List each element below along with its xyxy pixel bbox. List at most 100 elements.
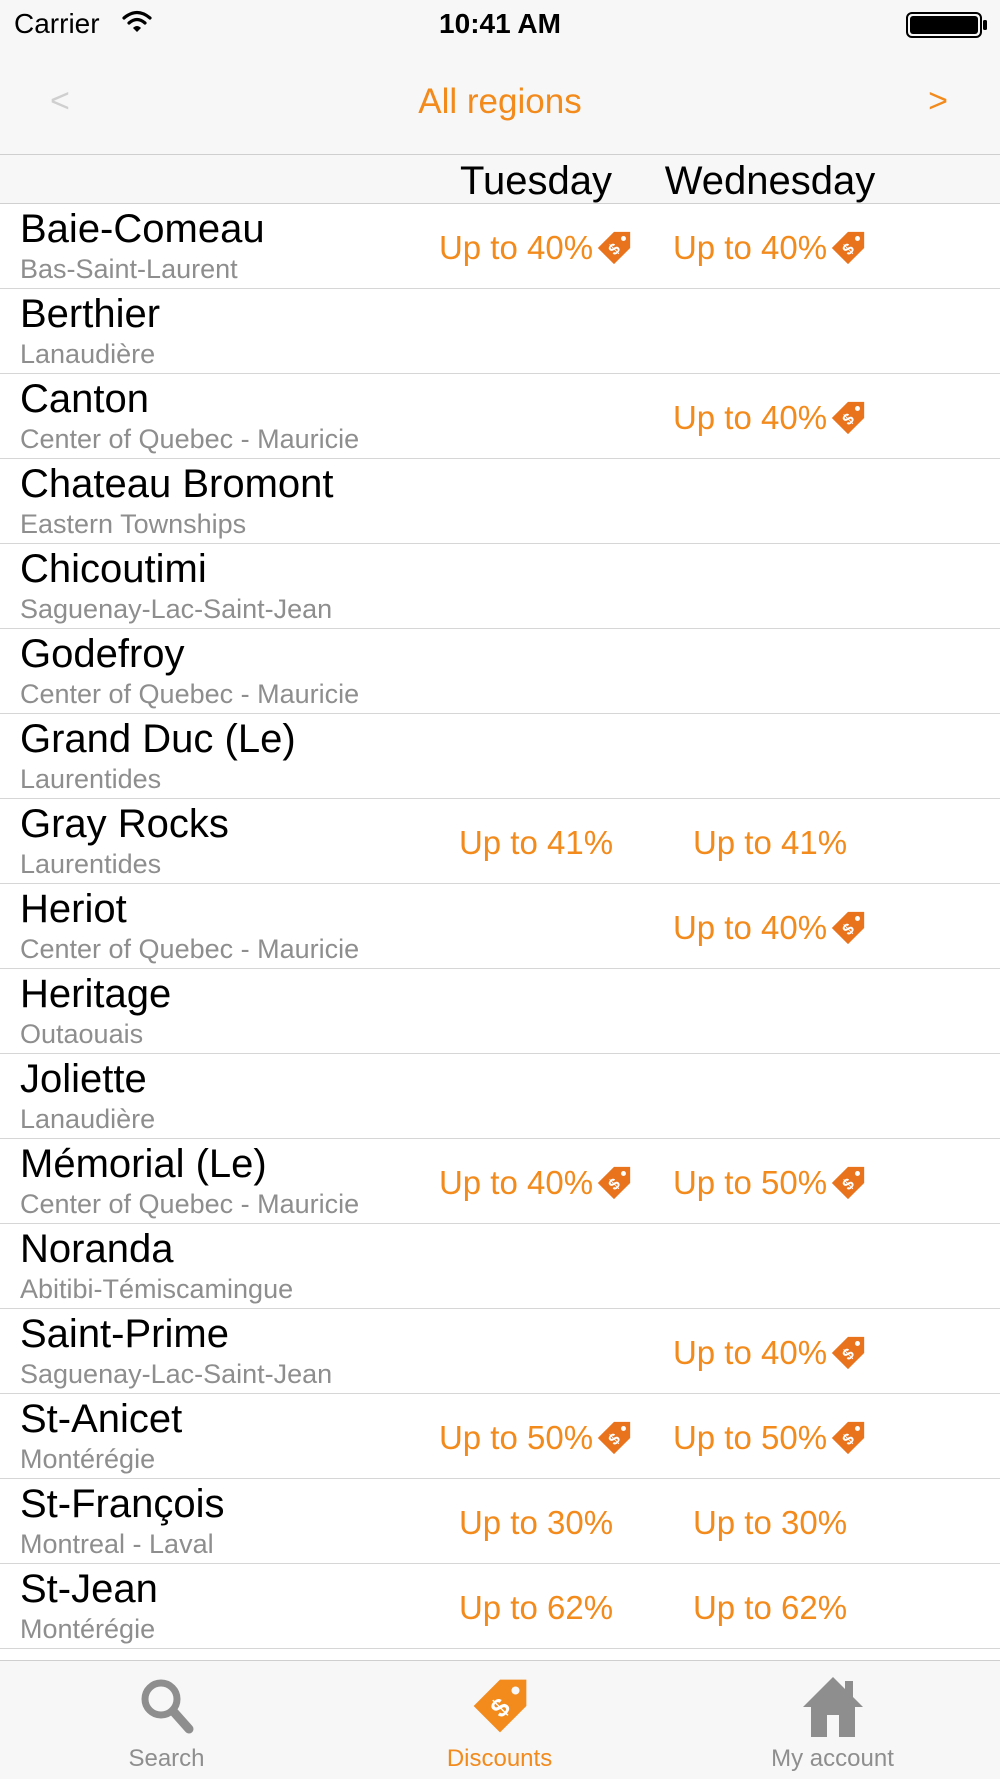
price-tag-icon: $ (595, 229, 633, 267)
magnifier-icon (0, 1675, 333, 1742)
tab-search[interactable]: Search (0, 1661, 333, 1779)
course-region: Saguenay-Lac-Saint-Jean (20, 594, 333, 624)
tab-label-search: Search (128, 1745, 205, 1772)
discount-wednesday[interactable]: Up to 40% $ (650, 906, 890, 950)
list-item[interactable]: Godefroy Center of Quebec - Mauricie (0, 629, 1000, 714)
course-region: Center of Quebec - Mauricie (20, 424, 360, 454)
discount-wednesday[interactable]: Up to 40% $ (650, 396, 890, 440)
tab-my-account[interactable]: My account (666, 1661, 999, 1779)
discount-tuesday[interactable]: Up to 41% (430, 821, 642, 865)
discount-wednesday[interactable]: Up to 40% $ (650, 226, 890, 270)
discount-label: Up to 30% (692, 1504, 848, 1541)
tab-label-my-account: My account (771, 1745, 894, 1772)
list-item[interactable]: Chateau Bromont Eastern Townships (0, 459, 1000, 544)
list-item[interactable]: Saint-Prime Saguenay-Lac-Saint-Jean Up to … (0, 1309, 1000, 1394)
list-item[interactable]: Joliette Lanaudière (0, 1054, 1000, 1139)
list-item[interactable]: Heriot Center of Quebec - Mauricie Up to 4… (0, 884, 1000, 969)
course-name: Godefroy (20, 632, 185, 676)
course-region: Saguenay-Lac-Saint-Jean (20, 1359, 333, 1389)
discount-label: Up to 40% (672, 229, 828, 266)
list-item[interactable]: Grand Duc (Le) Laurentides (0, 714, 1000, 799)
discount-label: Up to 41% (692, 824, 848, 861)
list-item[interactable]: Gray Rocks Laurentides Up to 41% Up to 41% (0, 799, 1000, 884)
course-region: Center of Quebec - Mauricie (20, 679, 360, 709)
course-name: Berthier (20, 292, 161, 336)
day-header-wednesday: Wednesday (664, 159, 876, 203)
battery-icon (906, 12, 988, 38)
discount-label: Up to 50% (672, 1164, 828, 1201)
day-header: Tuesday Wednesday (0, 155, 1000, 204)
course-name: Joliette (20, 1057, 147, 1101)
discount-wednesday[interactable]: Up to 41% (650, 821, 890, 865)
discount-label: Up to 40% (672, 1334, 828, 1371)
course-name: Chateau Bromont (20, 462, 334, 506)
list-item[interactable]: St-François Montreal - Laval Up to 30% Up t… (0, 1479, 1000, 1564)
course-name: St-François (20, 1482, 225, 1526)
tab-bar: Search $ Discounts My account (0, 1660, 1000, 1779)
discount-tuesday[interactable]: Up to 62% (430, 1586, 642, 1630)
course-name: Baie-Comeau (20, 207, 265, 251)
list-item[interactable]: St-Anicet Montérégie Up to 50% $ Up to 50% $ (0, 1394, 1000, 1479)
price-tag-icon: $ (829, 399, 867, 437)
discount-tuesday[interactable]: Up to 40% $ (430, 226, 642, 270)
course-name: Mémorial (Le) (20, 1142, 267, 1186)
list-item[interactable]: Noranda Abitibi-Témiscamingue (0, 1224, 1000, 1309)
status-bar: Carrier 10:41 AM (0, 0, 1000, 52)
discount-tuesday[interactable]: Up to 40% $ (430, 1161, 642, 1205)
course-name: Noranda (20, 1227, 174, 1271)
list-item[interactable]: Chicoutimi Saguenay-Lac-Saint-Jean (0, 544, 1000, 629)
course-name: Heritage (20, 972, 172, 1016)
discount-tuesday[interactable]: Up to 50% $ (430, 1416, 642, 1460)
discount-label: Up to 40% (438, 1164, 594, 1201)
course-region: Center of Quebec - Mauricie (20, 934, 360, 964)
course-name: Chicoutimi (20, 547, 207, 591)
discount-wednesday[interactable]: Up to 62% (650, 1586, 890, 1630)
price-tag-icon: $ (829, 1334, 867, 1372)
course-region: Abitibi-Témiscamingue (20, 1274, 294, 1304)
discount-label: Up to 40% (672, 399, 828, 436)
house-icon (666, 1675, 999, 1744)
discount-label: Up to 62% (692, 1589, 848, 1626)
next-button[interactable]: > (928, 82, 948, 121)
list-item[interactable]: Berthier Lanaudière (0, 289, 1000, 374)
course-region: Laurentides (20, 764, 162, 794)
price-tag-icon: $ (829, 229, 867, 267)
course-region: Montérégie (20, 1614, 156, 1644)
price-tag-icon: $ (595, 1419, 633, 1457)
discount-label: Up to 50% (438, 1419, 594, 1456)
discount-label: Up to 62% (458, 1589, 614, 1626)
tab-label-discounts: Discounts (446, 1745, 553, 1772)
list-item[interactable]: Canton Center of Quebec - Mauricie Up to 4… (0, 374, 1000, 459)
page-title[interactable]: All regions (0, 82, 1000, 122)
course-name: Heriot (20, 887, 127, 931)
price-tag-icon: $ (595, 1164, 633, 1202)
price-tag-icon: $ (333, 1675, 666, 1742)
tab-discounts[interactable]: $ Discounts (333, 1661, 666, 1779)
list-item[interactable]: Baie-Comeau Bas-Saint-Laurent Up to 40% $ Up… (0, 204, 1000, 289)
course-region: Center of Quebec - Mauricie (20, 1189, 360, 1219)
discount-wednesday[interactable]: Up to 30% (650, 1501, 890, 1545)
course-name: St-Jean (20, 1567, 158, 1611)
discount-tuesday[interactable]: Up to 30% (430, 1501, 642, 1545)
course-name: Saint-Prime (20, 1312, 229, 1356)
course-region: Outaouais (20, 1019, 144, 1049)
discount-label: Up to 40% (672, 909, 828, 946)
discount-label: Up to 40% (438, 229, 594, 266)
course-region: Laurentides (20, 849, 162, 879)
course-name: Grand Duc (Le) (20, 717, 296, 761)
discount-wednesday[interactable]: Up to 40% $ (650, 1331, 890, 1375)
list-item[interactable]: Heritage Outaouais (0, 969, 1000, 1054)
price-tag-icon: $ (829, 1164, 867, 1202)
course-region: Montérégie (20, 1444, 156, 1474)
clock: 10:41 AM (439, 8, 561, 39)
list-item[interactable]: St-Jean Montérégie Up to 62% Up to 62% (0, 1564, 1000, 1649)
discount-label: Up to 41% (458, 824, 614, 861)
discount-wednesday[interactable]: Up to 50% $ (650, 1161, 890, 1205)
course-name: Canton (20, 377, 149, 421)
course-region: Bas-Saint-Laurent (20, 254, 238, 284)
discount-wednesday[interactable]: Up to 50% $ (650, 1416, 890, 1460)
navigation-bar: < All regions > (0, 52, 1000, 155)
course-region: Lanaudière (20, 339, 156, 369)
price-tag-icon: $ (829, 909, 867, 947)
list-item[interactable]: Mémorial (Le) Center of Quebec - Mauricie… (0, 1139, 1000, 1224)
